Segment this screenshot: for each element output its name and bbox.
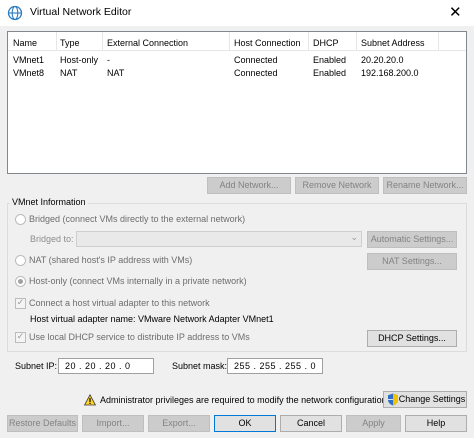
add-network-button[interactable]: Add Network...: [207, 177, 291, 194]
automatic-settings-button[interactable]: Automatic Settings...: [367, 231, 457, 248]
group-title: VMnet Information: [10, 197, 88, 207]
row-cell: Connected: [234, 68, 278, 78]
column-divider: [356, 32, 357, 51]
column-header-dhcp[interactable]: DHCP: [313, 37, 339, 49]
import-button[interactable]: Import...: [82, 415, 144, 432]
table-row-vmnet8[interactable]: VMnet8 NAT NAT Connected Enabled 192.168…: [8, 66, 466, 79]
apply-button[interactable]: Apply: [346, 415, 401, 432]
nat-settings-button[interactable]: NAT Settings...: [367, 253, 457, 270]
help-button[interactable]: Help: [405, 415, 467, 432]
bridged-label: Bridged (connect VMs directly to the ext…: [29, 214, 246, 224]
row-cell: VMnet1: [13, 55, 45, 65]
column-header-type[interactable]: Type: [60, 37, 80, 49]
nat-label: NAT (shared host's IP address with VMs): [29, 255, 193, 265]
column-divider: [438, 32, 439, 51]
row-cell: VMnet8: [13, 68, 45, 78]
row-cell: Connected: [234, 55, 278, 65]
column-header-subnet[interactable]: Subnet Address: [361, 37, 425, 49]
admin-notice-text: Administrator privileges are required to…: [100, 395, 390, 405]
shield-icon: [388, 393, 398, 406]
dhcp-label: Use local DHCP service to distribute IP …: [29, 332, 250, 342]
close-icon[interactable]: ✕: [449, 3, 462, 21]
column-divider: [308, 32, 309, 51]
bridged-to-label: Bridged to:: [30, 234, 74, 244]
column-header-name[interactable]: Name: [13, 37, 37, 49]
column-header-external[interactable]: External Connection: [107, 37, 188, 49]
host-only-label: Host-only (connect VMs internally in a p…: [29, 276, 247, 286]
connect-adapter-checkbox[interactable]: ✓: [15, 298, 26, 309]
table-row-vmnet1[interactable]: VMnet1 Host-only - Connected Enabled 20.…: [8, 53, 466, 66]
column-header-host[interactable]: Host Connection: [234, 37, 301, 49]
window-title: Virtual Network Editor: [30, 6, 132, 18]
row-cell: 192.168.200.0: [361, 68, 419, 78]
network-globe-icon: [7, 5, 23, 21]
subnet-mask-input[interactable]: 255 . 255 . 255 . 0: [227, 358, 323, 374]
subnet-ip-input[interactable]: 20 . 20 . 20 . 0: [58, 358, 154, 374]
bridged-to-select[interactable]: ⌄: [76, 231, 362, 247]
row-cell: Enabled: [313, 68, 347, 78]
column-divider: [229, 32, 230, 51]
warning-icon: [84, 394, 96, 406]
ok-button[interactable]: OK: [214, 415, 276, 432]
connect-adapter-label: Connect a host virtual adapter to this n…: [29, 298, 210, 308]
chevron-down-icon: ⌄: [350, 233, 358, 243]
subnet-ip-label: Subnet IP:: [15, 361, 58, 371]
subnet-mask-label: Subnet mask:: [172, 361, 228, 371]
remove-network-button[interactable]: Remove Network: [295, 177, 379, 194]
cancel-button[interactable]: Cancel: [280, 415, 342, 432]
bridged-radio[interactable]: [15, 214, 26, 225]
rename-network-button[interactable]: Rename Network...: [383, 177, 467, 194]
dhcp-checkbox[interactable]: ✓: [15, 332, 26, 343]
dhcp-settings-button[interactable]: DHCP Settings...: [367, 330, 457, 347]
nat-radio[interactable]: [15, 255, 26, 266]
restore-defaults-button[interactable]: Restore Defaults: [7, 415, 78, 432]
change-settings-label: Change Settings: [398, 394, 466, 404]
row-cell: NAT: [107, 68, 125, 78]
column-divider: [56, 32, 57, 51]
adapter-name-label: Host virtual adapter name: VMware Networ…: [30, 314, 274, 324]
title-bar: Virtual Network Editor ✕: [0, 0, 474, 26]
row-cell: Enabled: [313, 55, 347, 65]
export-button[interactable]: Export...: [148, 415, 210, 432]
row-cell: -: [107, 55, 110, 65]
row-cell: 20.20.20.0: [361, 55, 404, 65]
host-only-radio[interactable]: [15, 276, 26, 287]
column-divider: [102, 32, 103, 51]
network-list[interactable]: Name Type External Connection Host Conne…: [7, 31, 467, 174]
column-header-row: Name Type External Connection Host Conne…: [8, 32, 466, 51]
row-cell: Host-only: [60, 55, 99, 65]
row-cell: NAT: [60, 68, 78, 78]
